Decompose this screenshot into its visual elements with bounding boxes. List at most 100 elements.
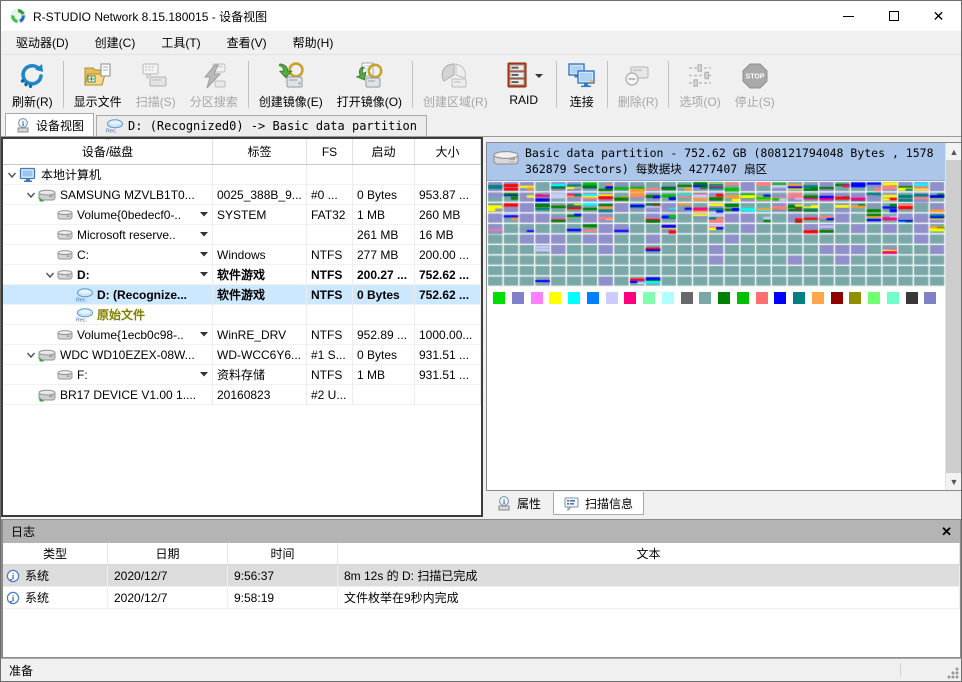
log-column-header-2[interactable]: 时间 (228, 543, 338, 564)
table-row[interactable]: 本地计算机 (3, 165, 481, 185)
stop-icon: STOP (740, 59, 770, 93)
combo-arrow-icon[interactable] (197, 232, 208, 237)
device-table-header: ˆ设备/磁盘标签 FS 启动 大小 (3, 139, 481, 165)
menu-item-tools[interactable]: 工具(T) (148, 31, 213, 54)
maximize-icon (889, 11, 899, 21)
fs-cell: FAT32 (307, 205, 353, 225)
log-text-cell-text: 8m 12s 的 D: 扫描已完成 (344, 567, 477, 584)
toolbar-button-raid[interactable]: RAID (495, 57, 553, 112)
column-header-3[interactable]: 启动 (353, 139, 415, 164)
log-table-body: i系统2020/12/79:56:378m 12s 的 D: 扫描已完成i系统2… (3, 565, 960, 609)
combo-arrow-icon[interactable] (197, 372, 208, 377)
volume-icon (57, 209, 73, 221)
combo-arrow-icon[interactable] (197, 272, 208, 277)
legend-swatch (868, 292, 880, 304)
device-name: SAMSUNG MZVLB1T0... (60, 188, 195, 202)
volume-icon (57, 269, 73, 281)
size-cell-text: 200.00 ... (419, 248, 469, 262)
table-row[interactable]: D:软件游戏NTFS200.27 ...752.62 ... (3, 265, 481, 285)
scrollbar-up-icon[interactable]: ▲ (946, 143, 962, 160)
scan-scrollbar[interactable]: ▲ ▼ (945, 143, 962, 490)
table-row[interactable]: C:WindowsNTFS277 MB200.00 ... (3, 245, 481, 265)
table-row[interactable]: F:资料存储NTFS1 MB931.51 ... (3, 365, 481, 385)
table-row[interactable]: Volume{1ecb0c98-..WinRE_DRVNTFS952.89 ..… (3, 325, 481, 345)
menu-item-drive[interactable]: 驱动器(D) (3, 31, 82, 54)
legend-item-left: UFS/FFS超级块0 (587, 290, 606, 306)
svg-text:i: i (503, 497, 505, 506)
table-row[interactable]: BR17 DEVICE V1.00 1....20160823#2 U... (3, 385, 481, 405)
expand-caret-icon[interactable] (24, 350, 38, 360)
table-row[interactable]: Rec.D: (Recognize...软件游戏NTFS0 Bytes752.6… (3, 285, 481, 305)
scrollbar-down-icon[interactable]: ▼ (946, 473, 962, 490)
legend-swatch (831, 292, 843, 304)
toolbar-button-show-files[interactable]: 显示文件 (67, 57, 129, 112)
column-header-label: 大小 (435, 143, 459, 160)
rec-icon: Rec. (76, 308, 93, 322)
size-cell: 931.51 ... (415, 345, 481, 365)
scan-info-panel: Basic data partition - 752.62 GB (808121… (486, 142, 962, 491)
boot-cell: 952.89 ... (353, 325, 415, 345)
menu-item-help[interactable]: 帮助(H) (280, 31, 347, 54)
expand-caret-icon[interactable] (5, 170, 19, 180)
table-row[interactable]: Volume{0bedecf0-..SYSTEMFAT321 MB260 MB (3, 205, 481, 225)
disk-icon (38, 188, 56, 202)
toolbar-button-refresh[interactable]: 刷新(R) (5, 57, 60, 112)
close-button[interactable]: ✕ (916, 1, 961, 31)
menu-item-view[interactable]: 查看(V) (214, 31, 280, 54)
minimize-button[interactable] (826, 1, 871, 31)
fs-cell-text: #0 ... (311, 188, 338, 202)
toolbar-button-options: 选项(O) (672, 57, 727, 112)
combo-arrow-icon[interactable] (197, 252, 208, 257)
maximize-button[interactable] (871, 1, 916, 31)
column-header-1[interactable]: 标签 (213, 139, 307, 164)
table-row[interactable]: Rec.原始文件 (3, 305, 481, 325)
toolbar-button-connect[interactable]: 连接 (560, 57, 604, 112)
table-row[interactable]: Microsoft reserve..261 MB16 MB (3, 225, 481, 245)
scan-panel-column: Basic data partition - 752.62 GB (808121… (483, 137, 962, 517)
close-icon: ✕ (933, 9, 945, 23)
resize-grip-icon[interactable] (947, 667, 959, 679)
toolbar-button-label: 扫描(S) (136, 93, 176, 110)
bottom-tab-properties[interactable]: i属性 (486, 492, 551, 515)
label-cell-text: 软件游戏 (217, 286, 265, 303)
legend-item-left: NTFS LogFile1 (512, 290, 531, 306)
log-column-header-3[interactable]: 文本 (338, 543, 960, 564)
expand-caret-icon[interactable] (43, 270, 57, 280)
toolbar-button-open-image[interactable]: 打开镜像(O) (330, 57, 409, 112)
bottom-tab-scan-info[interactable]: 扫描信息 (553, 492, 644, 515)
log-close-icon[interactable]: ✕ (941, 525, 952, 538)
fs-cell (307, 225, 353, 245)
size-cell: 752.62 ... (415, 265, 481, 285)
combo-arrow-icon[interactable] (197, 212, 208, 217)
log-row[interactable]: i系统2020/12/79:58:19文件枚举在9秒内完成 (3, 587, 960, 609)
log-column-header-1[interactable]: 日期 (108, 543, 228, 564)
partition-summary-text: Basic data partition - 752.62 GB (808121… (525, 145, 939, 177)
view-tab-recognized-partition[interactable]: Rec.D: (Recognized0) -> Basic data parti… (96, 115, 427, 136)
table-row[interactable]: SAMSUNG MZVLB1T0...0025_388B_9...#0 ...0… (3, 185, 481, 205)
fs-cell-text: NTFS (311, 328, 342, 342)
log-row[interactable]: i系统2020/12/79:56:378m 12s 的 D: 扫描已完成 (3, 565, 960, 587)
boot-cell-text: 261 MB (357, 228, 398, 242)
device-name-cell: C: (3, 245, 213, 265)
expand-caret-icon[interactable] (24, 190, 38, 200)
column-header-label: FS (322, 145, 337, 159)
dropdown-arrow-icon[interactable] (532, 73, 546, 79)
options-icon (685, 59, 715, 93)
column-header-4[interactable]: 大小 (415, 139, 481, 164)
volume-icon (57, 369, 73, 381)
menu-item-create[interactable]: 创建(C) (82, 31, 149, 54)
device-name-cell: BR17 DEVICE V1.00 1.... (3, 385, 213, 405)
log-date-cell-text: 2020/12/7 (114, 569, 167, 583)
column-header-2[interactable]: FS (307, 139, 353, 164)
table-row[interactable]: WDC WD10EZEX-08W...WD-WCC6Y6...#1 S...0 … (3, 345, 481, 365)
combo-arrow-icon[interactable] (197, 332, 208, 337)
size-cell: 16 MB (415, 225, 481, 245)
scrollbar-thumb[interactable] (946, 160, 962, 473)
toolbar-separator (412, 61, 413, 108)
rec-icon: Rec. (76, 288, 93, 302)
toolbar-button-create-image[interactable]: 创建镜像(E) (252, 57, 330, 112)
view-tab-device-view[interactable]: i设备视图 (5, 113, 94, 136)
legend-swatch (924, 292, 936, 304)
column-header-0[interactable]: ˆ设备/磁盘 (3, 139, 213, 164)
log-column-header-0[interactable]: 类型 (3, 543, 108, 564)
